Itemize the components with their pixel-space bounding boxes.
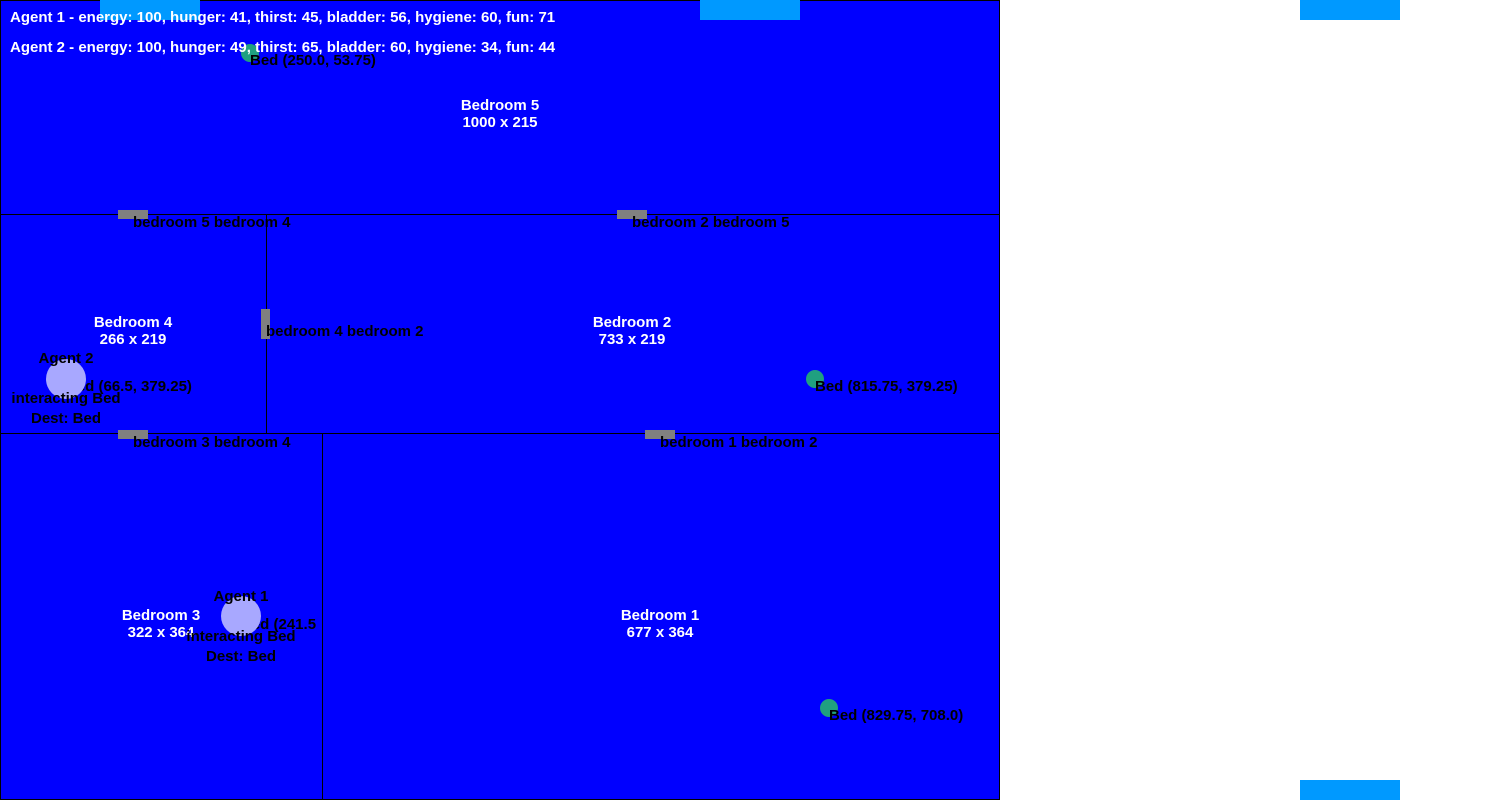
- room-name: Bedroom 1: [620, 607, 700, 624]
- room-size: 266 x 219: [99, 331, 167, 348]
- door-label: bedroom 2 bedroom 5: [632, 214, 790, 231]
- room-size: 1000 x 215: [462, 114, 538, 131]
- agent-2-destination: Dest: Bed: [30, 410, 102, 427]
- door-label: bedroom 3 bedroom 4: [133, 434, 291, 451]
- agent-2-status: Agent 2 - energy: 100, hunger: 49, thirs…: [10, 39, 556, 56]
- agent-2-action: interacting Bed: [11, 390, 121, 407]
- agent-2-name: Agent 2: [38, 350, 94, 367]
- bed-label: Bed (829.75, 708.0): [829, 707, 964, 724]
- edge-marker: [1300, 780, 1400, 800]
- bed-label: Bed (815.75, 379.25): [815, 378, 958, 395]
- agent-1-name: Agent 1: [213, 588, 269, 605]
- agent-1-action: interacting Bed: [186, 628, 296, 645]
- room-name: Bedroom 5: [460, 97, 540, 114]
- agent-1-status: Agent 1 - energy: 100, hunger: 41, thirs…: [10, 9, 556, 26]
- door-label: bedroom 1 bedroom 2: [660, 434, 818, 451]
- edge-marker: [700, 0, 800, 20]
- door-label: bedroom 5 bedroom 4: [133, 214, 291, 231]
- agent-1-destination: Dest: Bed: [205, 648, 277, 665]
- door-label: bedroom 4 bedroom 2: [266, 323, 424, 340]
- room-name: Bedroom 2: [592, 314, 672, 331]
- room-name: Bedroom 4: [93, 314, 173, 331]
- edge-marker: [1300, 0, 1400, 20]
- room-size: 733 x 219: [598, 331, 666, 348]
- room-size: 677 x 364: [626, 624, 694, 641]
